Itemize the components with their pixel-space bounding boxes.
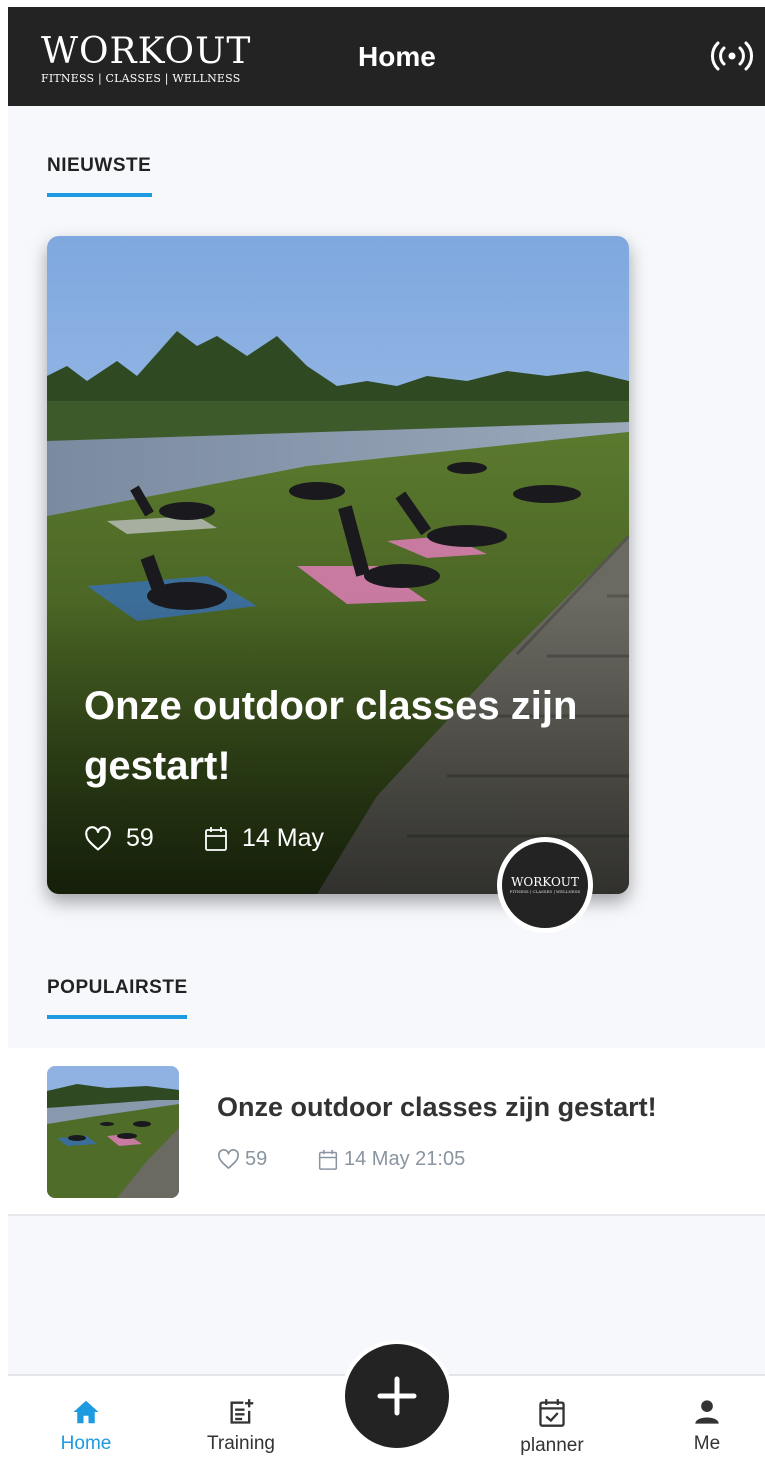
calendar-icon bbox=[318, 1149, 338, 1170]
calendar-icon bbox=[205, 826, 227, 851]
publish-date-value: 14 May bbox=[242, 824, 324, 852]
article-date: 14 May 21:05 bbox=[318, 1148, 465, 1171]
nav-label-me: Me bbox=[693, 1433, 721, 1454]
heart-icon bbox=[85, 825, 111, 851]
workout-logo[interactable]: WORKOUT FITNESS | CLASSES | WELLNESS bbox=[41, 31, 252, 86]
nav-item-planner[interactable]: planner bbox=[487, 1376, 617, 1470]
section-underline-newest bbox=[47, 193, 152, 197]
app-bar: WORKOUT FITNESS | CLASSES | WELLNESS Hom… bbox=[8, 7, 765, 106]
featured-article-card[interactable]: Onze outdoor classes zijn gestart! 59 14… bbox=[47, 236, 629, 894]
calendar-check-icon bbox=[539, 1399, 565, 1427]
article-like-count-value: 59 bbox=[245, 1148, 268, 1170]
like-count-value: 59 bbox=[126, 824, 154, 852]
section-underline-popular bbox=[47, 1015, 187, 1019]
heart-icon bbox=[218, 1149, 239, 1169]
broadcast-icon[interactable] bbox=[710, 40, 754, 72]
nav-label-home: Home bbox=[60, 1433, 112, 1454]
section-title-popular: POPULAIRSTE bbox=[47, 977, 188, 998]
nav-item-training[interactable]: Training bbox=[176, 1376, 306, 1470]
nav-label-training: Training bbox=[207, 1433, 275, 1454]
publish-date: 14 May bbox=[204, 824, 324, 853]
author-avatar-wordmark: WORKOUT bbox=[511, 875, 579, 889]
article-title: Onze outdoor classes zijn gestart! bbox=[217, 1092, 657, 1122]
app-screen: WORKOUT FITNESS | CLASSES | WELLNESS Hom… bbox=[8, 7, 765, 1470]
popular-article-item[interactable]: Onze outdoor classes zijn gestart! 59 14… bbox=[8, 1048, 765, 1216]
nav-item-me[interactable]: Me bbox=[642, 1376, 765, 1470]
author-avatar[interactable]: WORKOUT FITNESS | CLASSES | WELLNESS bbox=[497, 837, 593, 933]
nav-item-home[interactable]: Home bbox=[21, 1376, 151, 1470]
page-title: Home bbox=[358, 41, 436, 72]
logo-tagline: FITNESS | CLASSES | WELLNESS bbox=[41, 72, 241, 85]
plus-icon bbox=[377, 1376, 417, 1416]
section-title-newest: NIEUWSTE bbox=[47, 155, 152, 176]
featured-title: Onze outdoor classes zijn gestart! bbox=[84, 684, 578, 788]
author-avatar-tagline: FITNESS | CLASSES | WELLNESS bbox=[509, 889, 581, 894]
article-like-count[interactable]: 59 bbox=[217, 1148, 267, 1171]
add-post-button-circle bbox=[345, 1344, 449, 1448]
person-icon bbox=[695, 1400, 719, 1424]
like-count[interactable]: 59 bbox=[84, 824, 154, 853]
post-add-icon bbox=[230, 1399, 254, 1424]
add-post-button[interactable] bbox=[341, 1340, 453, 1452]
nav-label-planner: planner bbox=[520, 1435, 584, 1456]
home-icon bbox=[73, 1400, 99, 1424]
article-thumbnail bbox=[47, 1066, 179, 1198]
article-date-value: 14 May 21:05 bbox=[344, 1148, 466, 1170]
logo-wordmark: WORKOUT bbox=[41, 31, 252, 72]
